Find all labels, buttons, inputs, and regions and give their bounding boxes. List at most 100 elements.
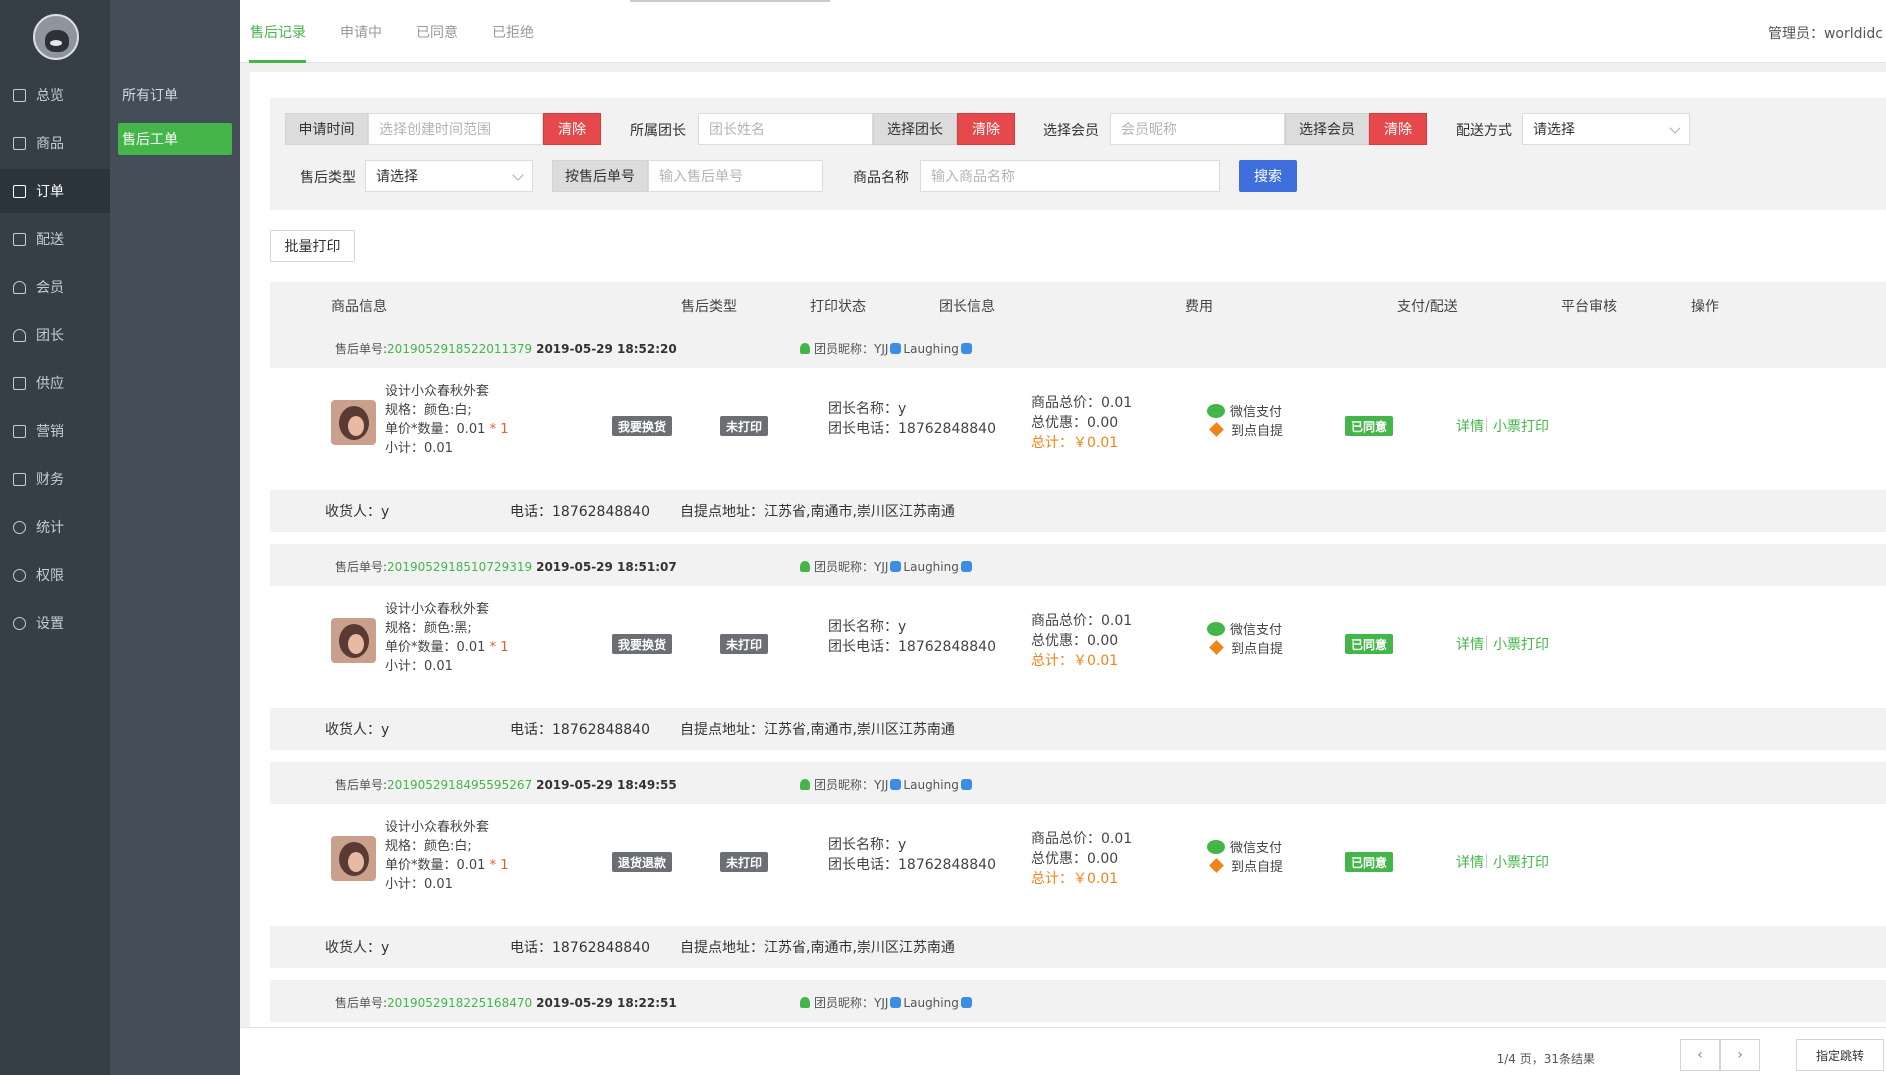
order-card: 售后单号:2019052918225168470 2019-05-29 18:22… [270, 980, 1886, 1022]
detail-link[interactable]: 详情 [1456, 416, 1484, 436]
order-no-link[interactable]: 2019052918510729319 [387, 560, 532, 574]
nav-label: 商品 [36, 136, 64, 152]
sub-item-all-orders[interactable]: 所有订单 [118, 79, 232, 111]
product-thumbnail[interactable] [331, 400, 376, 445]
choose-member-button[interactable]: 选择会员 [1285, 113, 1369, 145]
page-info: 1/4 页，31条结果 [1496, 1052, 1595, 1066]
app-root: 总览 商品 订单 配送 会员 团长 供应 营销 财务 统计 权限 设置 所有订单… [0, 0, 1886, 1075]
nav-item-supply[interactable]: 供应 [0, 361, 110, 405]
nav-label: 订单 [36, 184, 64, 200]
order-no-link[interactable]: 2019052918225168470 [387, 996, 532, 1010]
nav-item-settings[interactable]: 设置 [0, 601, 110, 645]
member-nickname: 团员昵称：YJJ [814, 996, 889, 1010]
pickup-box-icon [1209, 858, 1224, 873]
stats-icon [13, 520, 26, 534]
tab-applying[interactable]: 申请中 [340, 22, 382, 42]
order-header: 售后单号:2019052918522011379 2019-05-29 18:52… [270, 326, 1886, 368]
detail-link[interactable]: 详情 [1456, 634, 1484, 654]
th-platform-audit: 平台审核 [1561, 299, 1617, 315]
emoji-icon [890, 997, 902, 1008]
order-time: 2019-05-29 18:22:51 [536, 996, 677, 1010]
price-qty-text: 单价*数量：0.01 [385, 640, 486, 655]
tab-aftersale-records[interactable]: 售后记录 [250, 22, 306, 42]
nav-item-goods[interactable]: 商品 [0, 121, 110, 165]
chevron-down-icon [1669, 122, 1681, 134]
tab-agreed[interactable]: 已同意 [416, 22, 458, 42]
leader-name: 团长名称：y [828, 619, 907, 635]
emoji-icon [890, 779, 902, 790]
emoji-icon [960, 343, 972, 354]
store-logo-avatar[interactable] [33, 14, 79, 60]
content-panel: 申请时间 选择创建时间范围 清除 所属团长 团长姓名 选择团长 清除 选择会员 … [250, 72, 1886, 1075]
order-card: 售后单号:2019052918522011379 2019-05-29 18:52… [270, 326, 1886, 532]
nav-item-delivery[interactable]: 配送 [0, 217, 110, 261]
order-no-link[interactable]: 2019052918495595267 [387, 778, 532, 792]
nav-item-orders[interactable]: 订单 [0, 169, 110, 213]
product-price-qty: 单价*数量：0.01 * 1 [385, 636, 509, 655]
emoji-icon [960, 561, 972, 572]
table-header: 商品信息 售后类型 打印状态 团长信息 费用 支付/配送 平台审核 操作 [270, 282, 1886, 326]
qty-value: * 1 [489, 422, 509, 437]
main-sidebar: 总览 商品 订单 配送 会员 团长 供应 营销 财务 统计 权限 设置 [0, 0, 110, 1075]
next-page-button[interactable]: › [1720, 1039, 1760, 1071]
apply-time-input[interactable]: 选择创建时间范围 [368, 113, 543, 145]
member-icon [800, 561, 810, 572]
member-name: Laughing [903, 995, 959, 1010]
leader-input[interactable]: 团长姓名 [698, 113, 873, 145]
apply-time-label: 申请时间 [285, 113, 368, 145]
nav-item-stats[interactable]: 统计 [0, 505, 110, 549]
delivery-method-label: 到点自提 [1231, 424, 1284, 439]
detail-link[interactable]: 详情 [1456, 852, 1484, 872]
nav-item-leaders[interactable]: 团长 [0, 313, 110, 357]
batch-print-button[interactable]: 批量打印 [270, 230, 355, 262]
action-divider [1486, 854, 1487, 868]
order-no-line: 售后单号:2019052918522011379 2019-05-29 18:52… [335, 340, 677, 357]
settings-icon [13, 616, 26, 630]
print-ticket-link[interactable]: 小票打印 [1493, 634, 1549, 654]
member-icon [13, 280, 26, 294]
receiver: 收货人：y [325, 940, 390, 956]
member-name: Laughing [903, 559, 959, 574]
choose-leader-button[interactable]: 选择团长 [873, 113, 957, 145]
aftersale-type-badge: 退货退款 [612, 852, 673, 872]
aftersale-type-value: 请选择 [376, 169, 418, 185]
product-thumbnail[interactable] [331, 836, 376, 881]
sub-item-aftersale[interactable]: 售后工单 [118, 123, 232, 155]
prev-page-button[interactable]: ‹ [1680, 1039, 1720, 1071]
product-subtotal: 小计：0.01 [385, 441, 453, 456]
print-ticket-link[interactable]: 小票打印 [1493, 416, 1549, 436]
product-subtotal: 小计：0.01 [385, 659, 453, 674]
clear-member-button[interactable]: 清除 [1369, 113, 1427, 145]
pickup-address: 自提点地址：江苏省,南通市,崇川区江苏南通 [680, 940, 955, 956]
search-button[interactable]: 搜索 [1239, 160, 1297, 192]
product-spec: 规格：颜色:黑; [385, 621, 472, 636]
pickup-address: 自提点地址：江苏省,南通市,崇川区江苏南通 [680, 722, 955, 738]
clear-time-button[interactable]: 清除 [543, 113, 601, 145]
chevron-down-icon [512, 169, 524, 181]
product-name-input[interactable]: 输入商品名称 [920, 160, 1220, 192]
order-no-link[interactable]: 2019052918522011379 [387, 342, 532, 356]
aftersale-type-select[interactable]: 请选择 [365, 160, 533, 192]
delivery-method: 到点自提 [1207, 420, 1283, 439]
order-no-label: 售后单号: [335, 342, 388, 356]
leader-name: 团长名称：y [828, 837, 907, 853]
aftersale-no-input[interactable]: 输入售后单号 [648, 160, 823, 192]
nav-item-marketing[interactable]: 营销 [0, 409, 110, 453]
product-thumbnail[interactable] [331, 618, 376, 663]
admin-username[interactable]: 管理员：worldidc [1768, 23, 1883, 43]
nav-item-members[interactable]: 会员 [0, 265, 110, 309]
print-ticket-link[interactable]: 小票打印 [1493, 852, 1549, 872]
nav-item-finance[interactable]: 财务 [0, 457, 110, 501]
top-scroll-indicator [630, 0, 830, 2]
pay-method-label: 微信支付 [1230, 623, 1283, 638]
audit-status-badge: 已同意 [1345, 634, 1394, 654]
nav-item-overview[interactable]: 总览 [0, 73, 110, 117]
order-footer: 收货人：y 电话：18762848840 自提点地址：江苏省,南通市,崇川区江苏… [270, 708, 1886, 750]
aftersale-type-badge: 我要换货 [612, 416, 673, 436]
delivery-select[interactable]: 请选择 [1522, 113, 1690, 145]
member-input[interactable]: 会员昵称 [1110, 113, 1285, 145]
tab-rejected[interactable]: 已拒绝 [492, 22, 534, 42]
clear-leader-button[interactable]: 清除 [957, 113, 1015, 145]
nav-item-permission[interactable]: 权限 [0, 553, 110, 597]
jump-page-button[interactable]: 指定跳转 [1796, 1039, 1884, 1071]
